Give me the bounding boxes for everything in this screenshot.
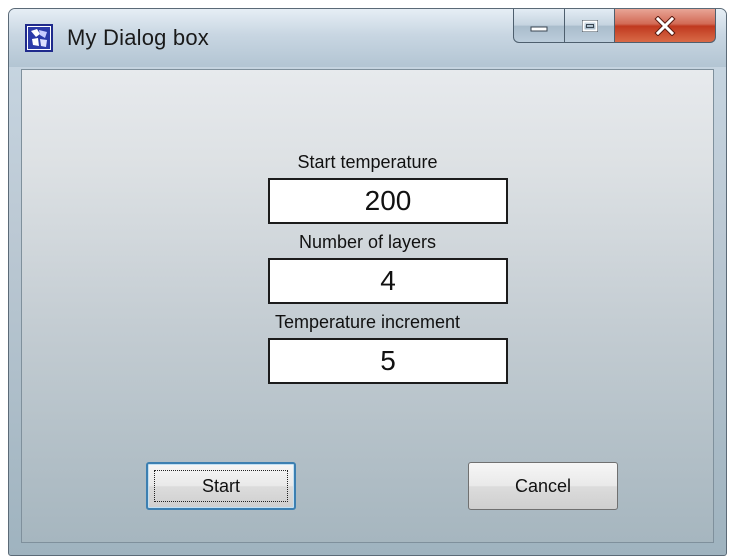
window-title: My Dialog box bbox=[67, 25, 209, 50]
focus-rectangle bbox=[154, 470, 288, 502]
dialog-window: My Dialog box Start temperature 200 Numb… bbox=[8, 8, 727, 556]
temperature-increment-label: Temperature increment bbox=[274, 312, 461, 332]
caption-buttons bbox=[513, 9, 720, 45]
close-button[interactable] bbox=[615, 9, 716, 43]
title-bar[interactable]: My Dialog box bbox=[9, 9, 726, 67]
maximize-icon bbox=[581, 19, 598, 32]
number-of-layers-label: Number of layers bbox=[298, 232, 437, 252]
minimize-icon bbox=[530, 26, 548, 31]
maximize-button[interactable] bbox=[565, 9, 615, 43]
start-temperature-field[interactable]: 200 bbox=[268, 178, 508, 224]
temperature-increment-field[interactable]: 5 bbox=[268, 338, 508, 384]
start-button[interactable]: Start bbox=[146, 462, 296, 510]
minimize-button[interactable] bbox=[513, 9, 565, 43]
cancel-button-label: Cancel bbox=[514, 475, 572, 496]
close-icon bbox=[654, 15, 676, 36]
app-icon bbox=[25, 24, 53, 52]
cancel-button[interactable]: Cancel bbox=[468, 462, 618, 510]
dialog-client-area: Start temperature 200 Number of layers 4… bbox=[21, 69, 714, 543]
start-temperature-label: Start temperature bbox=[297, 152, 438, 172]
number-of-layers-field[interactable]: 4 bbox=[268, 258, 508, 304]
